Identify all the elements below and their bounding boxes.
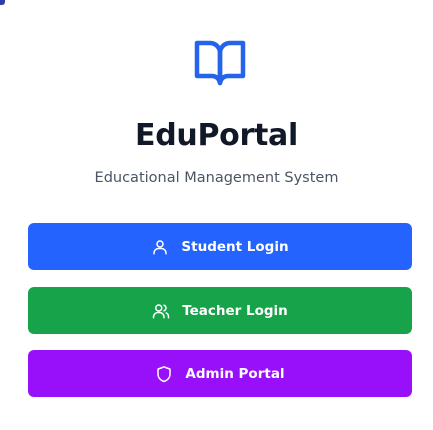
teacher-login-button[interactable]: Teacher Login — [28, 287, 412, 334]
student-login-label: Student Login — [181, 238, 289, 255]
admin-portal-label: Admin Portal — [185, 365, 285, 382]
admin-portal-button[interactable]: Admin Portal — [28, 350, 412, 397]
student-login-button[interactable]: Student Login — [28, 223, 412, 270]
open-book-icon — [194, 40, 246, 86]
shield-icon — [155, 365, 173, 383]
user-icon — [151, 238, 169, 256]
app-title: EduPortal — [135, 118, 298, 153]
corner-marker — [0, 0, 5, 5]
app-subtitle: Educational Management System — [94, 170, 339, 186]
teacher-login-label: Teacher Login — [182, 302, 288, 319]
users-icon — [152, 302, 170, 320]
